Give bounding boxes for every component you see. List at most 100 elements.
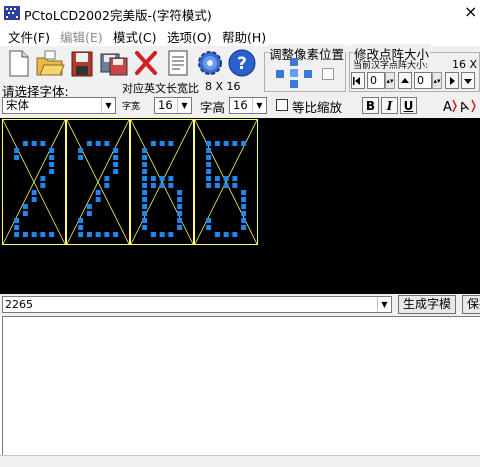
matrix-dot	[150, 141, 156, 146]
matrix-dot	[241, 225, 247, 230]
shrink-left-icon[interactable]	[351, 72, 365, 89]
matrix-dot	[113, 232, 119, 237]
open-folder-icon[interactable]	[34, 46, 66, 80]
pixel-center-checkbox[interactable]	[322, 68, 334, 80]
preview-canvas[interactable]	[0, 118, 480, 294]
settings-gear-icon[interactable]	[194, 46, 226, 80]
new-file-icon[interactable]	[2, 46, 34, 80]
matrix-dot	[241, 190, 247, 195]
chevron-down-icon[interactable]: ▼	[177, 98, 191, 113]
matrix-dot	[104, 176, 110, 181]
char-cell-diagonal	[194, 119, 258, 245]
matrix-dot	[113, 148, 119, 153]
matrix-dot	[14, 225, 20, 230]
char-cell-3	[194, 119, 258, 245]
matrix-dot	[14, 218, 20, 223]
delete-icon[interactable]	[130, 46, 162, 80]
underline-button[interactable]: U	[400, 97, 417, 114]
matrix-dot	[104, 183, 110, 188]
matrix-dot	[31, 197, 37, 202]
notepad-icon[interactable]	[162, 46, 194, 80]
matrix-dot	[159, 232, 165, 237]
grow-bottom-icon[interactable]	[461, 72, 475, 89]
bold-button[interactable]: B	[362, 97, 379, 114]
save-disk-icon[interactable]	[66, 46, 98, 80]
matrix-dot	[150, 183, 156, 188]
matrix-dot	[142, 225, 148, 230]
menu-mode[interactable]: 模式(C)	[113, 27, 156, 46]
matrix-dot	[241, 204, 247, 209]
matrix-dot	[22, 232, 28, 237]
matrix-dot	[223, 176, 229, 181]
close-button[interactable]: ×	[464, 2, 477, 21]
text-input[interactable]: 2265 ▼	[2, 296, 392, 313]
matrix-dot	[78, 232, 84, 237]
matrix-dot	[142, 204, 148, 209]
matrix-dot	[95, 232, 101, 237]
height-spin-input[interactable]: 0	[414, 72, 432, 89]
status-bar	[0, 455, 480, 467]
chevron-down-icon[interactable]: ▼	[252, 98, 266, 113]
matrix-dot	[86, 232, 92, 237]
svg-text:?: ?	[237, 54, 247, 74]
menu-help[interactable]: 帮助(H)	[222, 27, 266, 46]
matrix-dot	[177, 211, 183, 216]
matrix-dot	[168, 232, 174, 237]
matrix-dot	[49, 169, 55, 174]
height-spin-arrows[interactable]: ▴▾	[432, 72, 442, 89]
matrix-dot	[159, 141, 165, 146]
matrix-dot	[206, 162, 212, 167]
matrix-dot	[142, 176, 148, 181]
shrink-top-icon[interactable]	[398, 72, 412, 89]
char-width-select[interactable]: 16 ▼	[154, 97, 192, 114]
font-select[interactable]: 宋体 ▼	[2, 97, 116, 114]
chevron-down-icon[interactable]: ▼	[101, 98, 115, 113]
char-height-label: 字高	[200, 100, 226, 115]
save-as-icon[interactable]	[98, 46, 130, 80]
matrix-dot	[22, 204, 28, 209]
font-select-value: 宋体	[6, 98, 29, 112]
matrix-dot	[31, 141, 37, 146]
matrix-dot	[142, 162, 148, 167]
menu-edit[interactable]: 编辑(E)	[60, 27, 103, 46]
char-cell-diagonal	[2, 119, 66, 245]
matrix-dot	[241, 211, 247, 216]
svg-text:A: A	[457, 99, 471, 116]
generate-button[interactable]: 生成字模	[398, 295, 457, 314]
menu-options[interactable]: 选项(O)	[167, 27, 212, 46]
matrix-dot	[78, 218, 84, 223]
matrix-dot	[232, 183, 238, 188]
matrix-dot	[177, 197, 183, 202]
save-button[interactable]: 保存	[462, 295, 480, 314]
current-size-label: 当前汉字点阵大小:	[353, 61, 429, 71]
svg-text:A: A	[443, 100, 452, 115]
rotate-text-icon[interactable]: A A	[442, 96, 478, 119]
width-spin-arrows[interactable]: ▴▾	[385, 72, 395, 89]
matrix-dot	[223, 183, 229, 188]
matrix-dot	[142, 218, 148, 223]
matrix-dot	[168, 183, 174, 188]
matrix-dot	[168, 176, 174, 181]
output-textarea[interactable]	[2, 316, 480, 455]
char-height-value: 16	[233, 98, 248, 112]
char-cell-diagonal	[130, 119, 194, 245]
menu-bar: 文件(F) 编辑(E) 模式(C) 选项(O) 帮助(H)	[0, 26, 480, 46]
matrix-dot	[31, 232, 37, 237]
matrix-dot	[223, 232, 229, 237]
window-title: PCtoLCD2002完美版-(字符模式)	[24, 8, 212, 23]
char-height-select[interactable]: 16 ▼	[229, 97, 267, 114]
text-input-value: 2265	[5, 298, 33, 311]
matrix-dot	[86, 141, 92, 146]
grow-right-icon[interactable]	[445, 72, 459, 89]
matrix-dot	[206, 218, 212, 223]
menu-file[interactable]: 文件(F)	[8, 27, 50, 46]
chevron-down-icon[interactable]: ▼	[377, 297, 391, 312]
italic-button[interactable]: I	[381, 97, 398, 114]
width-spin-input[interactable]: 0	[367, 72, 385, 89]
proportional-label: 等比缩放	[292, 100, 343, 115]
help-icon[interactable]: ?	[226, 46, 258, 80]
proportional-checkbox[interactable]	[276, 99, 288, 111]
matrix-dot	[241, 141, 247, 146]
matrix-dot	[232, 141, 238, 146]
app-icon	[4, 6, 20, 20]
